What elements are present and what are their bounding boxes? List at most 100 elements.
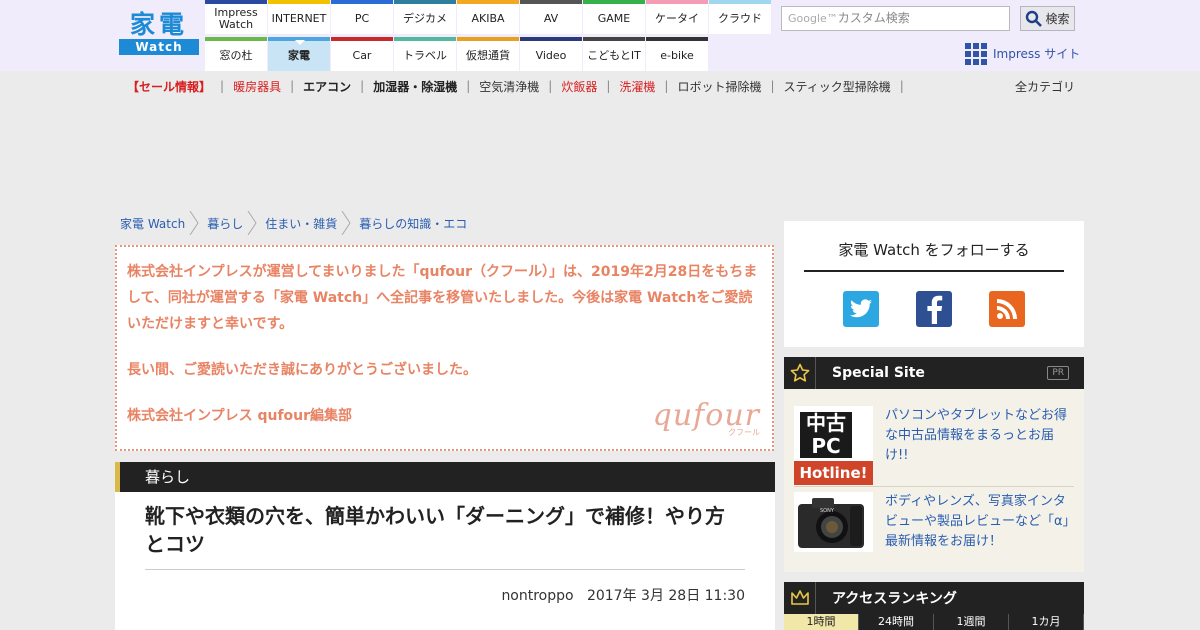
category-link[interactable]: 炊飯器 (558, 78, 600, 95)
nav-tab-9[interactable]: 窓の杜 (205, 37, 267, 71)
nav-tab-10[interactable]: 家電 (268, 37, 330, 71)
nav-tab-12[interactable]: トラベル (394, 37, 456, 71)
all-categories-link[interactable]: 全カテゴリ (1015, 78, 1075, 95)
nav-tab-label: トラベル (403, 49, 447, 62)
title-divider (145, 569, 745, 570)
special-item-alpha[interactable]: SONY ボディやレンズ、写真家インタビューや製品レビューなど「α」最新情報をお… (794, 492, 1074, 571)
section-label: 暮らし (115, 462, 775, 492)
article-date: 2017年 3月 28日 11:30 (586, 588, 745, 604)
nav-tab-14[interactable]: Video (520, 37, 582, 71)
breadcrumb-item[interactable]: 住まい・雑貨 (265, 215, 337, 232)
facebook-icon (927, 295, 943, 324)
chevron-right-icon (189, 211, 199, 235)
ranking-tab[interactable]: 1週間 (934, 614, 1009, 630)
nav-tab-0[interactable]: Impress Watch (205, 0, 267, 34)
category-link[interactable]: エアコン (300, 78, 354, 95)
nav-tab-label: e-bike (660, 49, 694, 62)
logo-kanji: 家電 (129, 10, 188, 39)
category-separator: | (606, 79, 611, 93)
grid-icon (965, 42, 987, 65)
category-link[interactable]: 【セール情報】 (124, 78, 214, 95)
nav-tab-5[interactable]: AV (520, 0, 582, 34)
nav-tab-6[interactable]: GAME (583, 0, 645, 34)
pr-badge: PR (1047, 366, 1069, 380)
notice-paragraph-2: 長い間、ご愛読いただき誠にありがとうございました。 (127, 362, 477, 378)
breadcrumb-label: 住まい・雑貨 (265, 216, 338, 231)
rss-button[interactable] (989, 291, 1025, 327)
article-header: 靴下や衣類の穴を、簡単かわいい「ダーニング」で補修！やり方とコツ nontrop… (115, 492, 775, 630)
nav-tab-8[interactable]: クラウド (709, 0, 771, 34)
nav-tab-label: Impress Watch (214, 6, 258, 31)
search-icon (1026, 10, 1043, 27)
breadcrumb: 家電 Watch 暮らし 住まい・雑貨 暮らしの知識・エコ (120, 211, 467, 235)
twitter-button[interactable] (843, 291, 879, 327)
google-mark: Google™ (788, 12, 838, 25)
nav-tab-11[interactable]: Car (331, 37, 393, 71)
category-separator: | (770, 79, 775, 93)
search-input[interactable]: Google™カスタム検索 (781, 6, 1010, 31)
nav-tab-16[interactable]: e-bike (646, 37, 708, 71)
nav-tab-15[interactable]: こどもとIT (583, 37, 645, 71)
facebook-button[interactable] (916, 291, 952, 327)
ranking-tabs: 1時間 24時間 1週間 1カ月 (784, 614, 1084, 630)
ranking-tab[interactable]: 1カ月 (1009, 614, 1084, 630)
site-header: 家電 Watch Impress Watch INTERNET PC デジカメ AKIB… (0, 0, 1200, 71)
star-icon (784, 357, 816, 389)
article-author[interactable]: nontroppo (501, 588, 573, 604)
search-button[interactable]: 検索 (1020, 6, 1075, 31)
notice-paragraph-1: 株式会社インプレスが運営してまいりました「qufour（クフール）」は、2019… (127, 264, 758, 332)
chevron-right-icon (247, 211, 257, 235)
ranking-header: アクセスランキング (784, 582, 1084, 614)
crown-icon (784, 582, 816, 614)
qufour-logo: qufour クフール (653, 401, 760, 437)
category-separator: | (466, 79, 471, 93)
special-item-pc-hotline[interactable]: 中古PC Hotline! パソコンやタブレットなどお得な中古品情報をまるっとお… (794, 406, 1074, 485)
ranking-title: アクセスランキング (832, 591, 957, 607)
camera-icon: SONY (794, 492, 873, 552)
article-meta: nontroppo 2017年 3月 28日 11:30 (501, 585, 745, 605)
impress-site-link[interactable]: Impress サイト (965, 42, 1080, 65)
ranking-tab[interactable]: 24時間 (859, 614, 934, 630)
divider (794, 486, 1074, 487)
nav-tab-2[interactable]: PC (331, 0, 393, 34)
special-site-header: Special Site PR (784, 357, 1084, 389)
nav-tab-label: PC (354, 12, 370, 25)
category-link[interactable]: 空気清浄機 (476, 78, 542, 95)
nav-tab-label: INTERNET (271, 12, 327, 25)
nav-tab-4[interactable]: AKIBA (457, 0, 519, 34)
category-separator: | (220, 79, 225, 93)
nav-tab-label: デジカメ (403, 12, 447, 25)
breadcrumb-label: 暮らしの知識・エコ (359, 216, 468, 231)
search-placeholder: カスタム検索 (837, 11, 910, 25)
breadcrumb-item[interactable]: 家電 Watch (120, 215, 185, 232)
category-link[interactable]: 暖房器具 (230, 78, 284, 95)
nav-tab-label: こどもとIT (587, 49, 641, 62)
category-separator: | (360, 79, 365, 93)
nav-tab-label: AKIBA (471, 12, 505, 25)
nav-tab-label: 仮想通貨 (466, 49, 510, 62)
nav-tab-13[interactable]: 仮想通貨 (457, 37, 519, 71)
nav-tab-7[interactable]: ケータイ (646, 0, 708, 34)
active-tab-marker (295, 40, 305, 45)
migration-notice: 株式会社インプレスが運営してまいりました「qufour（クフール）」は、2019… (115, 245, 774, 451)
site-logo[interactable]: 家電 Watch (119, 11, 199, 56)
follow-box: 家電 Watch をフォローする (784, 221, 1084, 347)
category-link[interactable]: スティック型掃除機 (781, 78, 894, 95)
nav-tab-label: 窓の杜 (219, 49, 253, 62)
category-separator: | (290, 79, 295, 93)
article-title: 靴下や衣類の穴を、簡単かわいい「ダーニング」で補修！やり方とコツ (145, 504, 725, 556)
breadcrumb-item[interactable]: 暮らしの知識・エコ (359, 215, 467, 232)
breadcrumb-label: 暮らし (207, 216, 244, 231)
ranking-tab[interactable]: 1時間 (784, 614, 859, 630)
category-bar: 【セール情報】 | 暖房器具 | エアコン | 加湿器・除湿機 | 空気清浄機 | 炊飯器 | 洗濯機 |… (124, 78, 910, 94)
special-item-text: パソコンやタブレットなどお得な中古品情報をまるっとお届け!! (885, 408, 1068, 463)
follow-title: 家電 Watch をフォローする (804, 239, 1064, 272)
nav-tab-1[interactable]: INTERNET (268, 0, 330, 34)
category-link[interactable]: 洗濯機 (616, 78, 658, 95)
category-link[interactable]: ロボット掃除機 (674, 78, 764, 95)
site-nav: Impress Watch INTERNET PC デジカメ AKIBA AV GAME ケー… (205, 0, 771, 71)
nav-tab-3[interactable]: デジカメ (394, 0, 456, 34)
breadcrumb-item[interactable]: 暮らし (207, 215, 243, 232)
nav-tab-label: AV (543, 12, 559, 25)
category-link[interactable]: 加湿器・除湿機 (370, 78, 460, 95)
